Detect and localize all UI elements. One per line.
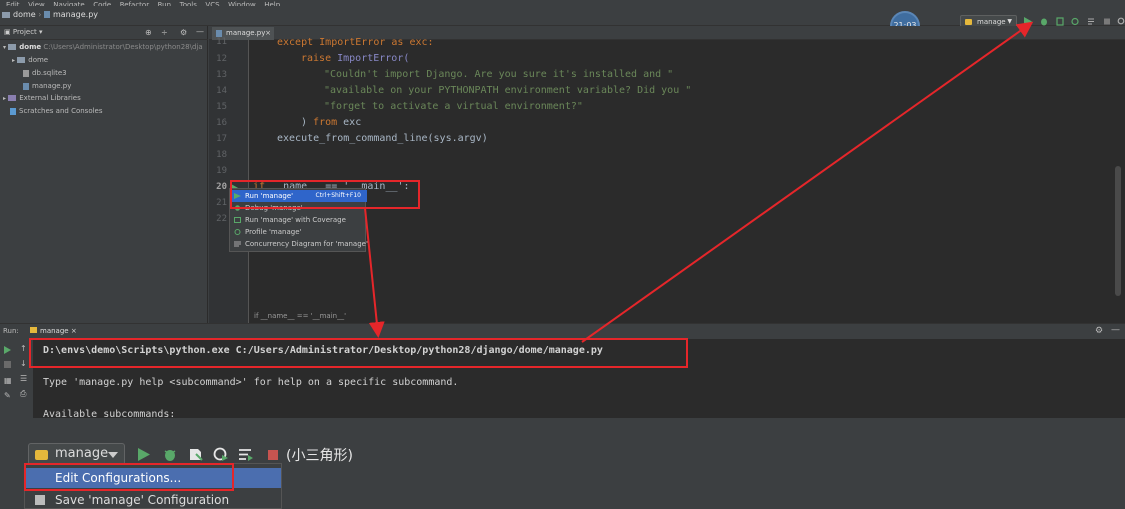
annotation-arrows — [364, 21, 1034, 343]
arrow-to-console — [364, 207, 385, 338]
arrow-to-run-button — [581, 21, 1034, 343]
